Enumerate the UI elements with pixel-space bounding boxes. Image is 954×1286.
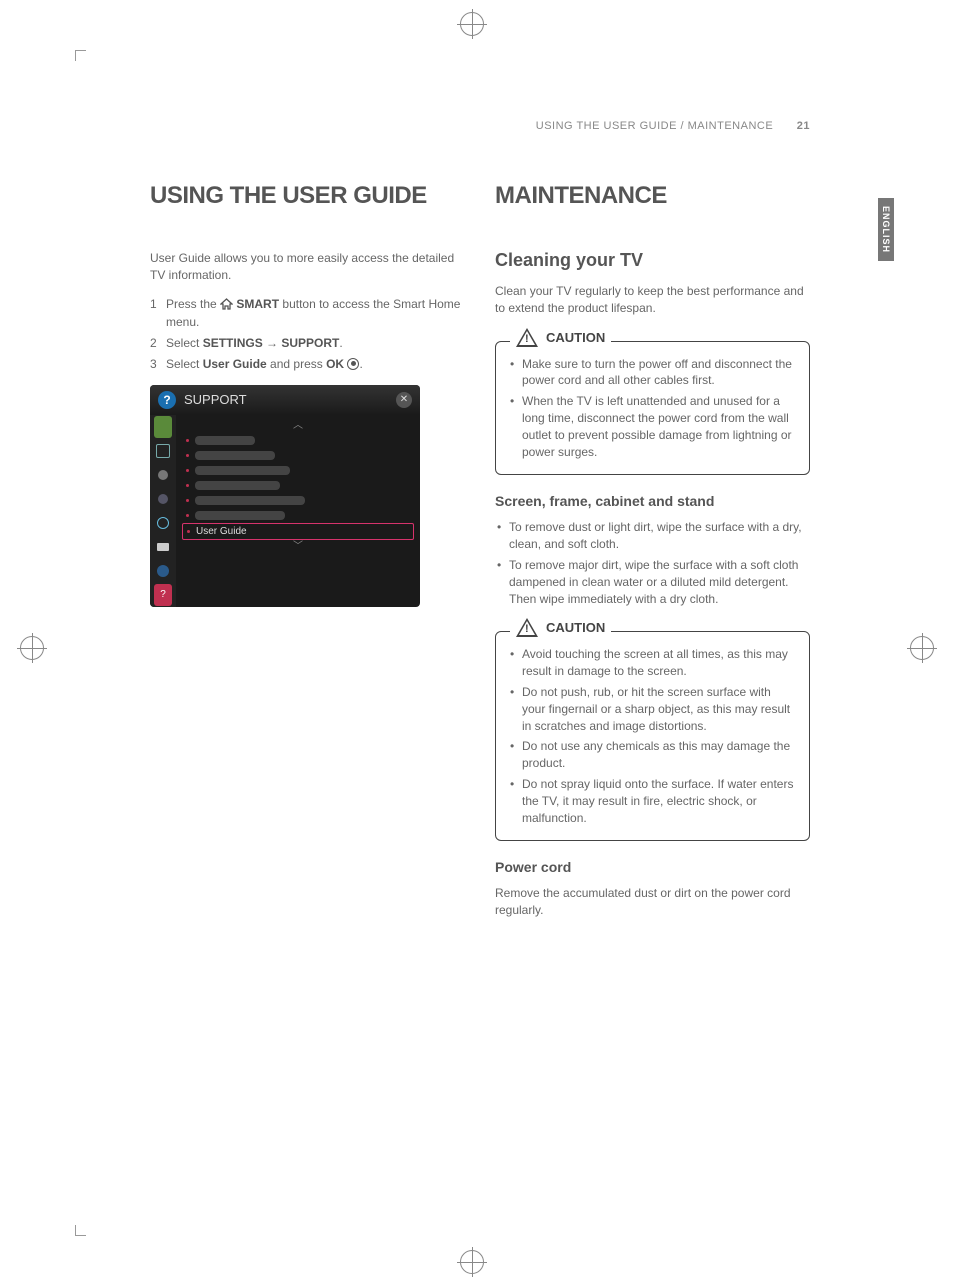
list-item: To remove major dirt, wipe the surface w…	[495, 557, 810, 607]
tv-row	[182, 433, 414, 448]
warning-triangle-icon: !	[516, 328, 538, 347]
tv-sidebar: ?	[150, 415, 176, 607]
language-tab: ENGLISH	[878, 198, 894, 261]
warning-triangle-icon: !	[516, 618, 538, 637]
ok-button-icon	[347, 358, 359, 370]
registration-mark-icon	[460, 1250, 484, 1274]
step-2: Select SETTINGS → SUPPORT.	[150, 335, 465, 352]
power-cord-text: Remove the accumulated dust or dirt on t…	[495, 885, 810, 919]
caution-header: ! CAUTION	[510, 328, 611, 347]
step-3: Select User Guide and press OK .	[150, 356, 465, 373]
page-number: 21	[797, 120, 810, 132]
registration-mark-icon	[460, 12, 484, 36]
caution-header: ! CAUTION	[510, 618, 611, 637]
crop-mark	[75, 1225, 86, 1236]
right-column: MAINTENANCE Cleaning your TV Clean your …	[495, 182, 810, 931]
heading-cleaning-tv: Cleaning your TV	[495, 250, 810, 271]
steps-list: Press the SMART button to access the Sma…	[150, 296, 465, 373]
question-icon: ?	[158, 391, 176, 409]
sidebar-icon: ?	[154, 584, 172, 606]
tv-list: ︿ User Guide ﹀	[176, 415, 420, 607]
tv-title: SUPPORT	[184, 392, 247, 407]
caution1-item: When the TV is left unattended and unuse…	[508, 393, 797, 460]
screen-care-list: To remove dust or light dirt, wipe the s…	[495, 519, 810, 607]
cleaning-intro: Clean your TV regularly to keep the best…	[495, 283, 810, 317]
sidebar-icon	[154, 560, 172, 582]
registration-mark-icon	[20, 636, 44, 660]
crop-mark	[75, 50, 86, 61]
tv-row	[182, 463, 414, 478]
chevron-down-icon: ﹀	[182, 540, 414, 554]
sidebar-icon	[154, 416, 172, 438]
tv-row	[182, 508, 414, 523]
tv-row	[182, 448, 414, 463]
sidebar-icon	[154, 464, 172, 486]
list-item: To remove dust or light dirt, wipe the s…	[495, 519, 810, 553]
heading-maintenance: MAINTENANCE	[495, 182, 810, 210]
running-header: USING THE USER GUIDE / MAINTENANCE 21	[150, 120, 810, 132]
caution1-item: Make sure to turn the power off and disc…	[508, 356, 797, 390]
caution2-item: Do not spray liquid onto the surface. If…	[508, 776, 797, 826]
sidebar-icon	[154, 536, 172, 558]
left-column: USING THE USER GUIDE User Guide allows y…	[150, 182, 465, 931]
sidebar-icon	[154, 488, 172, 510]
page-content: USING THE USER GUIDE / MAINTENANCE 21 US…	[150, 120, 810, 931]
heading-screen-frame: Screen, frame, cabinet and stand	[495, 493, 810, 509]
close-icon: ✕	[396, 392, 412, 408]
tv-screenshot: ? SUPPORT ✕ ?	[150, 385, 420, 607]
chevron-up-icon: ︿	[182, 419, 414, 433]
sidebar-icon	[154, 512, 172, 534]
step-1: Press the SMART button to access the Sma…	[150, 296, 465, 332]
registration-mark-icon	[910, 636, 934, 660]
home-icon	[220, 298, 233, 315]
tv-row	[182, 478, 414, 493]
caution2-item: Do not push, rub, or hit the screen surf…	[508, 684, 797, 734]
running-header-title: USING THE USER GUIDE / MAINTENANCE	[536, 120, 773, 132]
intro-text: User Guide allows you to more easily acc…	[150, 250, 465, 284]
caution-box-2: ! CAUTION Avoid touching the screen at a…	[495, 631, 810, 841]
tv-row-selected: User Guide	[182, 523, 414, 540]
heading-using-user-guide: USING THE USER GUIDE	[150, 182, 465, 210]
tv-row	[182, 493, 414, 508]
caution2-item: Do not use any chemicals as this may dam…	[508, 738, 797, 772]
caution2-item: Avoid touching the screen at all times, …	[508, 646, 797, 680]
sidebar-icon	[154, 440, 172, 462]
heading-power-cord: Power cord	[495, 859, 810, 875]
caution-box-1: ! CAUTION Make sure to turn the power of…	[495, 341, 810, 476]
tv-header: ? SUPPORT ✕	[150, 385, 420, 415]
